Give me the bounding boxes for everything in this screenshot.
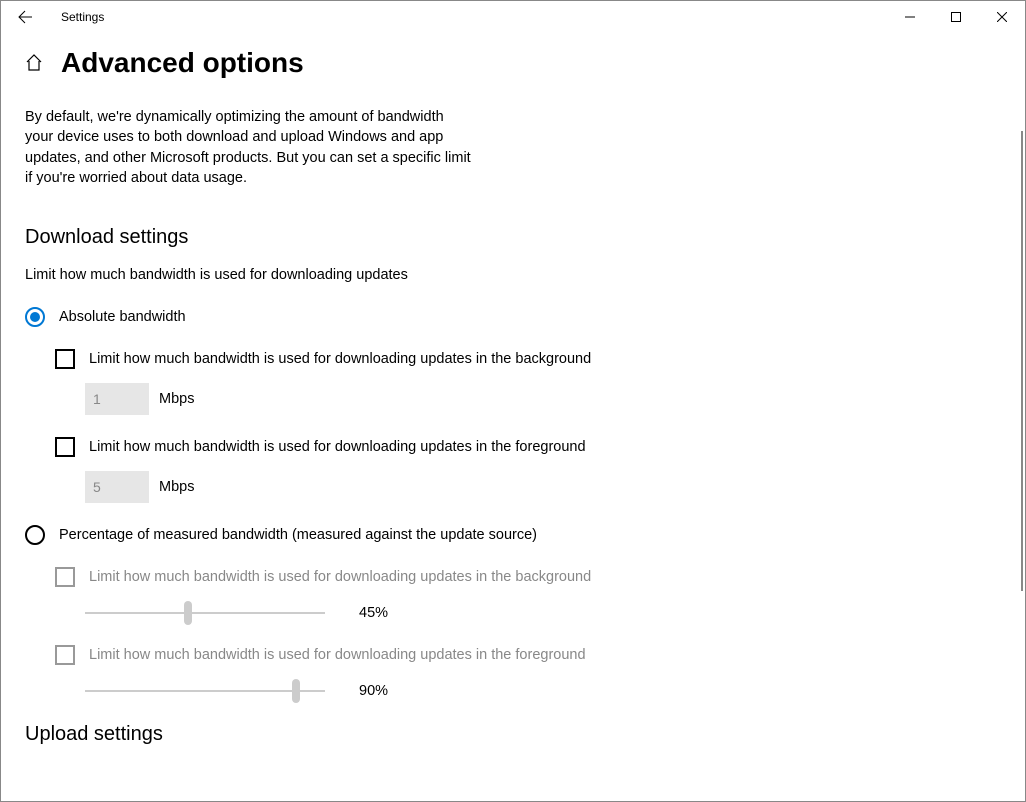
checkbox-icon <box>55 645 75 665</box>
home-icon <box>25 54 43 72</box>
intro-text: By default, we're dynamically optimizing… <box>25 107 475 188</box>
checkbox-icon <box>55 567 75 587</box>
slider-track <box>85 612 325 614</box>
window-title: Settings <box>49 10 104 24</box>
checkbox-download-background[interactable]: Limit how much bandwidth is used for dow… <box>55 349 1001 369</box>
download-foreground-input-row: Mbps <box>85 471 1001 503</box>
checkbox-label: Limit how much bandwidth is used for dow… <box>89 439 586 455</box>
slider-percentage-foreground <box>85 679 325 703</box>
download-foreground-input[interactable] <box>85 471 149 503</box>
back-button[interactable] <box>1 1 49 33</box>
unit-label: Mbps <box>159 391 194 407</box>
close-icon <box>997 12 1007 22</box>
checkbox-label: Limit how much bandwidth is used for dow… <box>89 351 591 367</box>
download-background-input[interactable] <box>85 383 149 415</box>
checkbox-percentage-foreground: Limit how much bandwidth is used for dow… <box>55 645 1001 665</box>
close-button[interactable] <box>979 1 1025 33</box>
home-button[interactable] <box>25 54 43 72</box>
page-title: Advanced options <box>61 47 304 79</box>
download-section-title: Download settings <box>25 226 1001 249</box>
maximize-icon <box>951 12 961 22</box>
radio-absolute-bandwidth[interactable]: Absolute bandwidth <box>25 307 1001 327</box>
slider-thumb <box>292 679 300 703</box>
radio-icon <box>25 307 45 327</box>
checkbox-download-foreground[interactable]: Limit how much bandwidth is used for dow… <box>55 437 1001 457</box>
radio-icon <box>25 525 45 545</box>
page-header: Advanced options <box>25 47 1001 79</box>
slider-percentage-background <box>85 601 325 625</box>
arrow-left-icon <box>17 9 33 25</box>
maximize-button[interactable] <box>933 1 979 33</box>
download-background-input-row: Mbps <box>85 383 1001 415</box>
slider-percentage-foreground-row: 90% <box>85 679 1001 703</box>
checkbox-icon <box>55 437 75 457</box>
window-controls <box>887 1 1025 33</box>
checkbox-icon <box>55 349 75 369</box>
minimize-icon <box>905 12 915 22</box>
slider-track <box>85 690 325 692</box>
slider-value: 45% <box>359 605 399 621</box>
checkbox-label: Limit how much bandwidth is used for dow… <box>89 569 591 585</box>
slider-thumb <box>184 601 192 625</box>
radio-label: Absolute bandwidth <box>59 309 186 325</box>
checkbox-percentage-background: Limit how much bandwidth is used for dow… <box>55 567 1001 587</box>
radio-label: Percentage of measured bandwidth (measur… <box>59 527 537 543</box>
slider-value: 90% <box>359 683 399 699</box>
unit-label: Mbps <box>159 479 194 495</box>
radio-percentage-bandwidth[interactable]: Percentage of measured bandwidth (measur… <box>25 525 1001 545</box>
titlebar: Settings <box>1 1 1025 33</box>
minimize-button[interactable] <box>887 1 933 33</box>
upload-section-title: Upload settings <box>25 723 1001 746</box>
download-section-sub: Limit how much bandwidth is used for dow… <box>25 267 1001 283</box>
content-area: Advanced options By default, we're dynam… <box>1 33 1025 801</box>
slider-percentage-background-row: 45% <box>85 601 1001 625</box>
scrollbar[interactable] <box>1021 131 1023 591</box>
checkbox-label: Limit how much bandwidth is used for dow… <box>89 647 586 663</box>
